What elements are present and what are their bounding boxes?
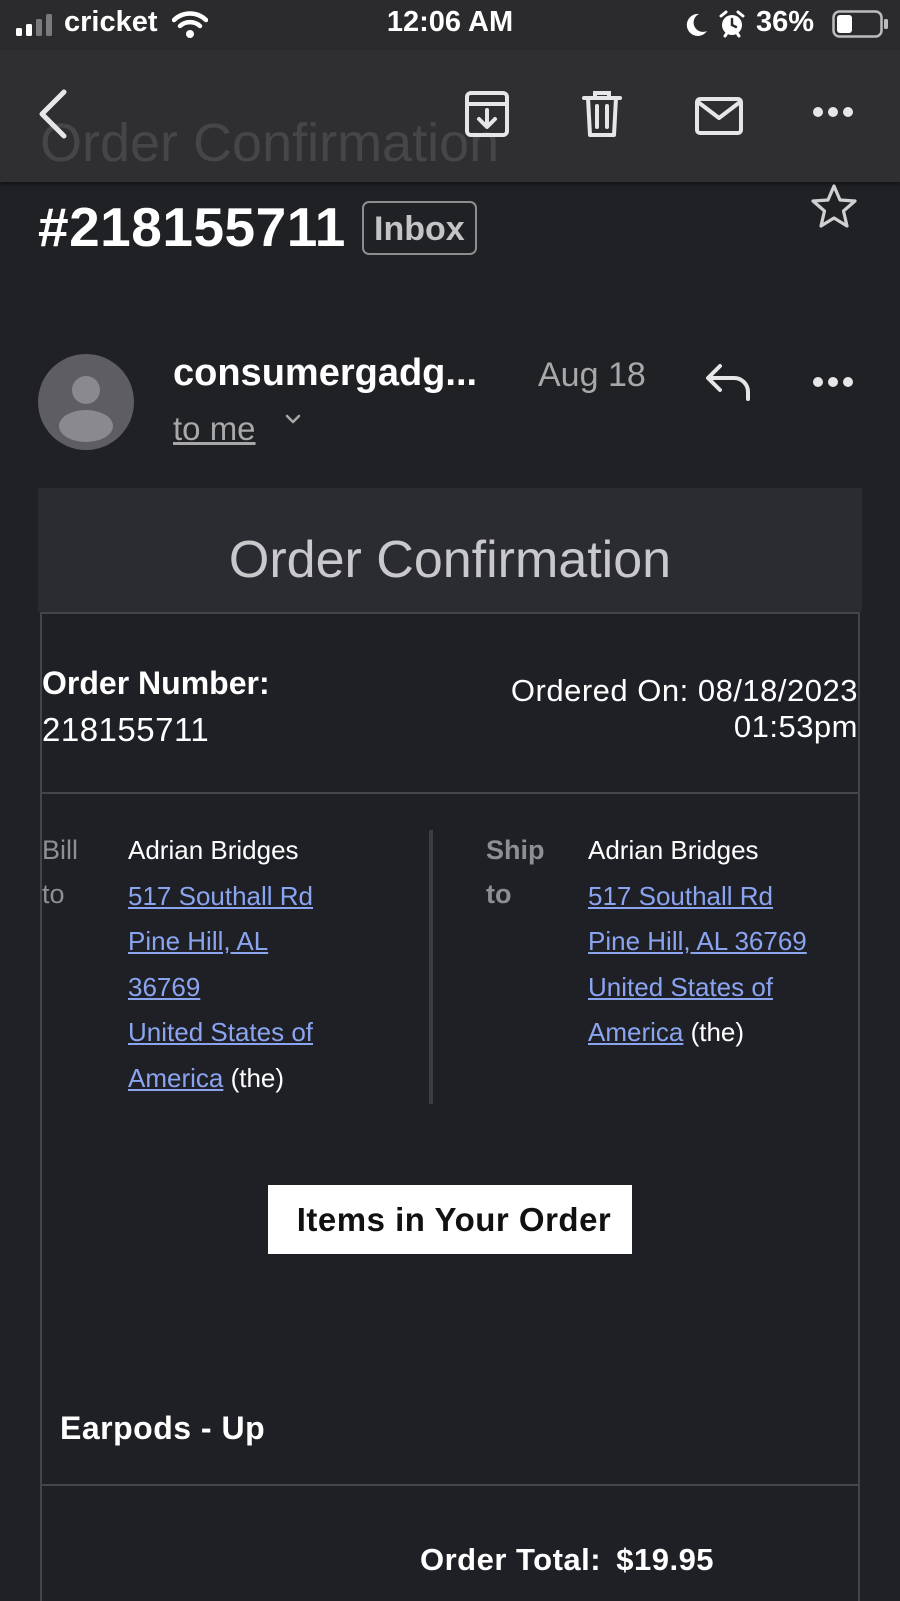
table-border-right — [858, 612, 860, 1601]
ship-to-street-link[interactable]: 517 Southall Rd — [588, 881, 773, 911]
bill-to-country-suffix: (the) — [230, 1062, 285, 1093]
bill-to-label: Bill to — [42, 828, 78, 916]
ship-to-address: Adrian Bridges 517 Southall Rd Pine Hill… — [588, 828, 858, 1056]
trash-icon[interactable] — [582, 90, 622, 138]
ship-to-label: Ship to — [486, 828, 545, 916]
person-icon — [59, 376, 113, 442]
divider — [40, 1484, 860, 1486]
bill-to-name: Adrian Bridges — [128, 835, 299, 865]
ship-to-city-link[interactable]: Pine Hill, AL 36769 — [588, 926, 807, 956]
bill-to-zip-link[interactable]: 36769 — [128, 972, 200, 1002]
ordered-on-datetime: Ordered On: 08/18/2023 01:53pm — [450, 673, 858, 745]
message-more-icon[interactable] — [812, 374, 854, 390]
order-item-name: Earpods - Up — [60, 1410, 266, 1446]
order-total-label: Order Total: — [420, 1542, 602, 1577]
archive-icon[interactable] — [464, 90, 510, 138]
chevron-down-icon[interactable] — [282, 408, 304, 430]
reply-icon[interactable] — [704, 362, 752, 402]
star-icon[interactable] — [810, 183, 858, 229]
collapsed-subject-text: Order Confirmation — [40, 113, 500, 173]
bill-to-country-link[interactable]: United States of — [128, 1017, 313, 1047]
bill-to-label-line1: Bill — [42, 835, 79, 865]
ship-to-country-link[interactable]: United States of — [588, 972, 773, 1002]
ship-to-country-link-2[interactable]: America — [588, 1017, 683, 1047]
items-in-order-heading: Items in Your Order — [268, 1185, 632, 1254]
battery-icon — [832, 10, 890, 38]
inbox-label-badge[interactable]: Inbox — [362, 201, 477, 255]
email-subject: #218155711 — [38, 196, 346, 258]
moon-icon — [684, 12, 708, 38]
bill-to-street-link[interactable]: 517 Southall Rd — [128, 881, 313, 911]
alarm-icon — [718, 10, 746, 38]
bill-to-country-link-2[interactable]: America — [128, 1063, 223, 1093]
order-total-value: $19.95 — [616, 1542, 715, 1577]
bill-to-address: Adrian Bridges 517 Southall Rd Pine Hill… — [128, 828, 418, 1101]
ship-to-label-line2: to — [486, 879, 512, 909]
order-number-label: Order Number: — [42, 665, 270, 701]
mail-icon[interactable] — [694, 96, 744, 136]
order-total: Order Total: $19.95 — [420, 1542, 714, 1578]
sender-name[interactable]: consumergadg... — [173, 352, 477, 395]
ship-to-name: Adrian Bridges — [588, 835, 759, 865]
ship-to-country-suffix: (the) — [690, 1017, 745, 1047]
sender-avatar[interactable] — [38, 354, 134, 450]
address-column-divider — [429, 830, 433, 1104]
table-border-left — [40, 612, 42, 1601]
confirmation-title: Order Confirmation — [228, 531, 672, 589]
ordered-on-date: Ordered On: 08/18/2023 — [510, 673, 858, 708]
divider — [40, 612, 860, 614]
order-number-value: 218155711 — [42, 711, 210, 748]
ordered-on-time: 01:53pm — [733, 709, 858, 744]
more-horizontal-icon[interactable] — [812, 104, 854, 120]
bill-to-label-line2: to — [42, 879, 65, 909]
back-chevron-icon[interactable] — [36, 88, 70, 140]
ship-to-label-line1: Ship — [486, 835, 545, 865]
recipient-details[interactable]: to me — [173, 410, 256, 448]
battery-percent: 36% — [756, 6, 815, 38]
divider — [40, 792, 860, 794]
email-date: Aug 18 — [538, 356, 646, 394]
bill-to-city-link[interactable]: Pine Hill, AL — [128, 926, 268, 956]
